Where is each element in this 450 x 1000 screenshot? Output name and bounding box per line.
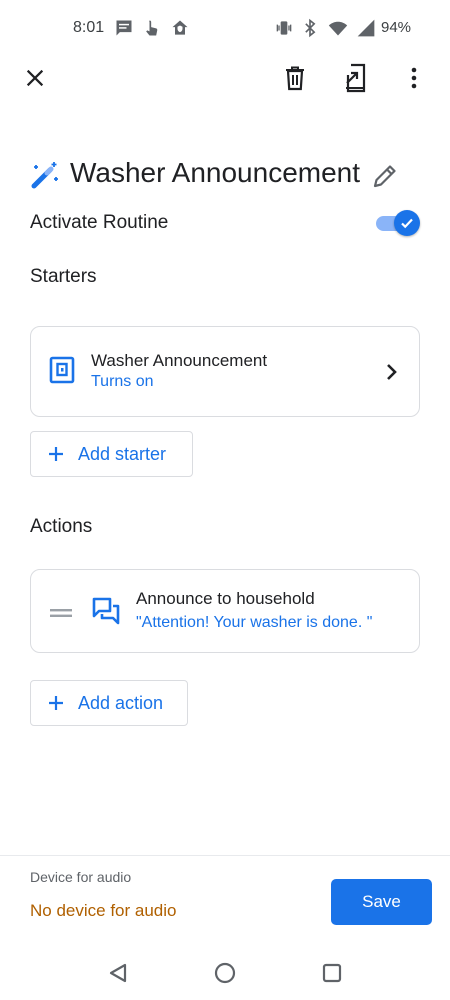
close-button[interactable] <box>17 60 53 96</box>
starter-subtitle: Turns on <box>91 373 154 390</box>
starter-card[interactable]: Washer Announcement Turns on <box>30 326 420 417</box>
announce-icon <box>92 597 120 625</box>
add-starter-label: Add starter <box>78 443 167 464</box>
status-time: 8:01 <box>73 19 105 36</box>
touch-icon <box>146 20 158 36</box>
activate-routine-toggle[interactable] <box>374 208 422 238</box>
audio-device-label: Device for audio <box>30 869 132 885</box>
close-icon <box>26 69 44 87</box>
action-subtitle: "Attention! Your washer is done. " <box>136 614 373 631</box>
action-title: Announce to household <box>136 589 315 608</box>
more-vert-icon <box>411 67 417 89</box>
status-notification-icons <box>114 18 190 38</box>
nav-home-button[interactable] <box>210 958 240 988</box>
message-icon <box>116 20 132 36</box>
add-action-button[interactable]: Add action <box>30 680 188 726</box>
action-card[interactable]: Announce to household "Attention! Your w… <box>30 569 420 653</box>
plus-icon <box>49 696 63 710</box>
bottom-divider <box>0 855 450 856</box>
audio-device-value[interactable]: No device for audio <box>30 901 176 921</box>
back-triangle-icon <box>109 963 127 983</box>
check-icon <box>401 218 413 229</box>
battery-level: 94% <box>381 19 412 36</box>
recents-square-icon <box>322 963 342 983</box>
wifi-icon <box>328 21 348 36</box>
plus-icon <box>49 447 63 461</box>
starter-title: Washer Announcement <box>91 351 268 370</box>
page-title: Washer Announcement <box>70 157 361 188</box>
save-button[interactable]: Save <box>331 879 432 925</box>
trash-icon <box>286 66 304 91</box>
add-starter-button[interactable]: Add starter <box>30 431 193 477</box>
activate-routine-label: Activate Routine <box>30 212 169 233</box>
pencil-icon[interactable] <box>371 162 399 190</box>
cast-button[interactable] <box>337 60 373 96</box>
status-bar: 8:01 94% <box>0 0 450 58</box>
nav-recents-button[interactable] <box>317 958 347 988</box>
routine-title-row: Washer Announcement <box>28 154 420 198</box>
add-action-label: Add action <box>78 692 164 713</box>
drag-handle-icon[interactable] <box>49 607 73 619</box>
vibrate-icon <box>276 21 292 35</box>
save-label: Save <box>362 892 401 911</box>
status-system-icons <box>274 18 376 38</box>
starters-heading: Starters <box>30 266 97 287</box>
magic-wand-icon <box>31 162 58 189</box>
system-navigation-bar <box>0 946 450 1000</box>
cast-to-device-icon <box>346 63 366 93</box>
signal-icon <box>357 19 375 37</box>
washer-device-icon <box>49 356 75 384</box>
bluetooth-icon <box>305 18 316 38</box>
home-shield-icon <box>172 20 188 35</box>
actions-heading: Actions <box>30 516 93 537</box>
chevron-right-icon <box>387 364 397 380</box>
home-circle-icon <box>214 962 236 984</box>
toggle-thumb <box>394 210 420 236</box>
nav-back-button[interactable] <box>103 958 133 988</box>
delete-button[interactable] <box>277 60 313 96</box>
more-options-button[interactable] <box>396 60 432 96</box>
